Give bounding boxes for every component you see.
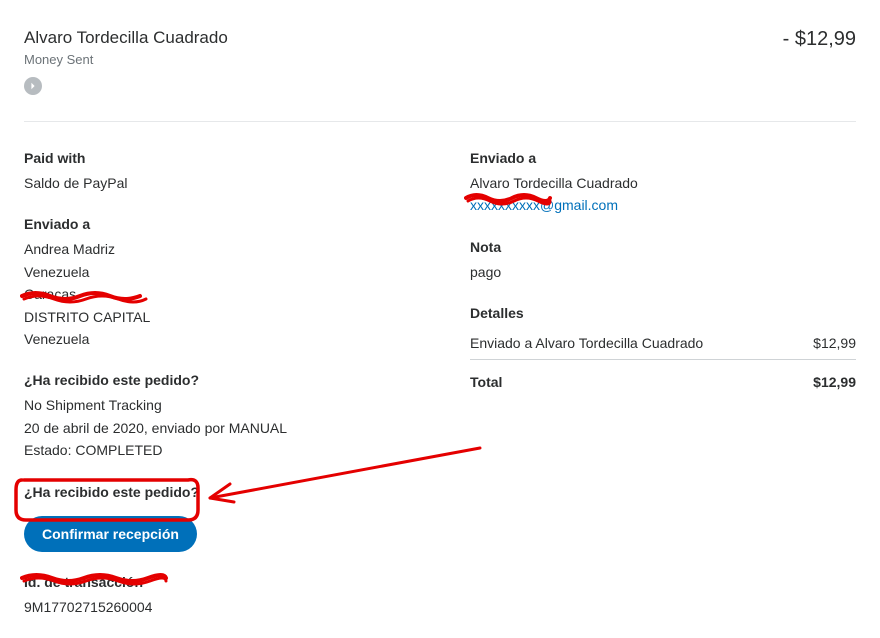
sent-to-heading: Enviado a [470, 150, 856, 166]
detail-amount: $12,99 [813, 335, 856, 351]
confirm-section: ¿Ha recibido este pedido? Confirmar rece… [24, 484, 410, 552]
received-heading-2: ¿Ha recibido este pedido? [24, 484, 410, 500]
ship-to-redacted-region: DISTRITO CAPITAL [24, 306, 410, 328]
transaction-id-heading: Id. de transacción [24, 574, 410, 590]
paid-with-section: Paid with Saldo de PayPal [24, 150, 410, 194]
tracking-date: 20 de abril de 2020, enviado por MANUAL [24, 417, 410, 439]
ship-to-heading: Enviado a [24, 216, 410, 232]
detail-label: Enviado a Alvaro Tordecilla Cuadrado [470, 335, 703, 351]
sent-to-email: xxxxxxxxxx@gmail.com [470, 194, 856, 216]
details-heading: Detalles [470, 305, 856, 321]
sent-to-name: Alvaro Tordecilla Cuadrado [470, 172, 856, 194]
detail-row: Enviado a Alvaro Tordecilla Cuadrado $12… [470, 327, 856, 360]
sent-to-section: Enviado a Alvaro Tordecilla Cuadrado xxx… [470, 150, 856, 217]
total-row: Total $12,99 [470, 360, 856, 398]
paid-with-value: Saldo de PayPal [24, 172, 410, 194]
note-section: Nota pago [470, 239, 856, 283]
note-heading: Nota [470, 239, 856, 255]
expand-icon[interactable] [24, 77, 42, 95]
recipient-name: Alvaro Tordecilla Cuadrado [24, 28, 228, 48]
details-section: Detalles Enviado a Alvaro Tordecilla Cua… [470, 305, 856, 398]
total-amount: $12,99 [813, 374, 856, 390]
ship-to-name: Andrea Madriz [24, 238, 410, 260]
received-heading-1: ¿Ha recibido este pedido? [24, 372, 410, 388]
ship-to-country2: Venezuela [24, 328, 410, 350]
ship-to-country: Venezuela [24, 261, 410, 283]
transaction-id-value: 9M17702715260004 [24, 596, 410, 618]
ship-to-city: Caracas [24, 283, 410, 305]
tracking-state: Estado: COMPLETED [24, 439, 410, 461]
confirm-receipt-button[interactable]: Confirmar recepción [24, 516, 197, 552]
transaction-id-section: Id. de transacción 9M17702715260004 [24, 574, 410, 618]
transaction-header: Alvaro Tordecilla Cuadrado Money Sent - … [24, 28, 856, 122]
email-redacted-part: xxxxxxxxxx [470, 197, 540, 213]
transaction-amount: - $12,99 [783, 28, 856, 51]
tracking-section: ¿Ha recibido este pedido? No Shipment Tr… [24, 372, 410, 461]
tracking-none: No Shipment Tracking [24, 394, 410, 416]
paid-with-heading: Paid with [24, 150, 410, 166]
note-value: pago [470, 261, 856, 283]
total-label: Total [470, 374, 502, 390]
right-column: Enviado a Alvaro Tordecilla Cuadrado xxx… [470, 150, 856, 618]
ship-to-section: Enviado a Andrea Madriz Venezuela Caraca… [24, 216, 410, 350]
details-columns: Paid with Saldo de PayPal Enviado a Andr… [24, 122, 856, 618]
left-column: Paid with Saldo de PayPal Enviado a Andr… [24, 150, 410, 618]
email-visible-suffix[interactable]: @gmail.com [540, 197, 618, 213]
transaction-status: Money Sent [24, 52, 228, 67]
header-left: Alvaro Tordecilla Cuadrado Money Sent [24, 28, 228, 95]
